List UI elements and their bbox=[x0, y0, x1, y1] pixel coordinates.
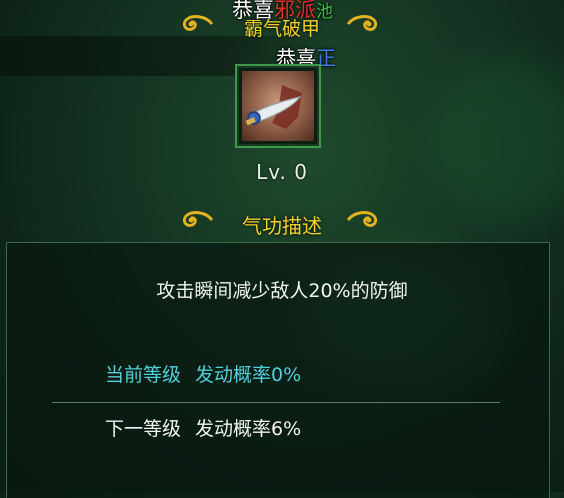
next-level-label: 下一等级 bbox=[105, 418, 182, 440]
skill-level: Lv. 0 bbox=[256, 160, 308, 184]
skill-description: 攻击瞬间减少敌人20%的防御 bbox=[156, 280, 408, 302]
section-title: 气功描述 bbox=[242, 214, 322, 238]
current-level-value: 发动概率0% bbox=[195, 364, 302, 386]
next-level-value: 发动概率6% bbox=[195, 418, 302, 440]
skill-icon-frame[interactable] bbox=[235, 64, 321, 148]
curved-sword-icon bbox=[242, 71, 314, 141]
right-swirl-ornament-icon bbox=[346, 12, 380, 36]
next-level-row: 下一等级 发动概率6% bbox=[105, 414, 301, 441]
current-level-label: 当前等级 bbox=[105, 364, 182, 386]
divider bbox=[52, 402, 500, 403]
bg-glow bbox=[430, 60, 564, 220]
right-swirl-ornament-icon bbox=[346, 208, 380, 232]
skill-name-title: 霸气破甲 bbox=[243, 18, 320, 40]
current-level-row: 当前等级 发动概率0% bbox=[105, 360, 301, 387]
